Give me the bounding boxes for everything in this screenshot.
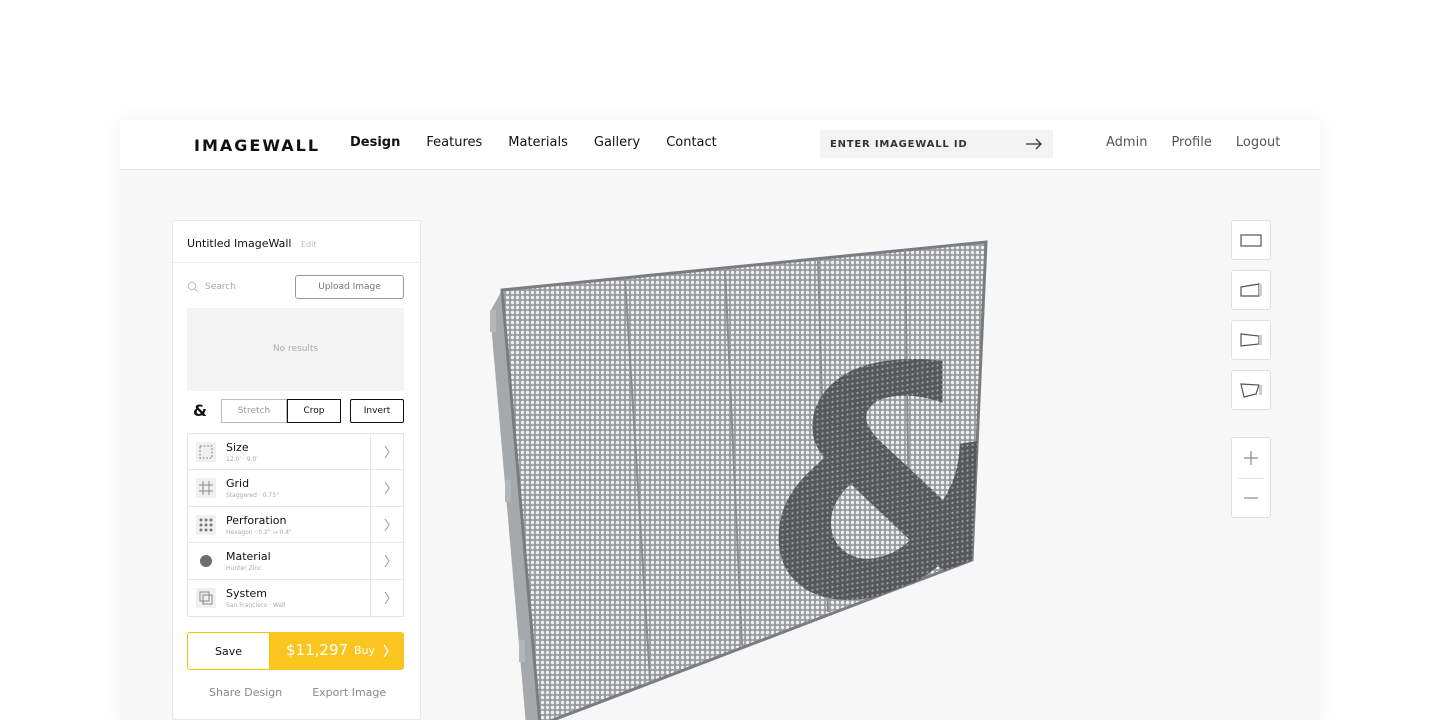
top-navbar: IMAGEWALL Design Features Materials Gall… [120, 120, 1320, 170]
stretch-button[interactable]: Stretch [221, 399, 287, 423]
right-perspective-button[interactable] [1231, 320, 1271, 360]
invert-button[interactable]: Invert [350, 399, 404, 423]
left-perspective-button[interactable] [1231, 270, 1271, 310]
chevron-right-icon [384, 445, 390, 459]
option-value: Hexagon · 0.2" → 0.4" [226, 528, 292, 536]
nav-gallery[interactable]: Gallery [594, 135, 640, 150]
option-size[interactable]: Size 12.0' · 9.0' [188, 434, 403, 471]
main-nav: Design Features Materials Gallery Contac… [350, 135, 717, 150]
edit-title-link[interactable]: Edit [301, 240, 317, 249]
panel-links: Share Design Export Image [209, 686, 386, 699]
nav-features[interactable]: Features [426, 135, 482, 150]
export-image-link[interactable]: Export Image [312, 686, 386, 699]
option-name: System [226, 586, 268, 600]
divider [370, 579, 371, 616]
chevron-right-icon [384, 554, 390, 568]
image-search-input[interactable]: Search [205, 282, 236, 292]
image-thumbnail[interactable]: & [193, 401, 207, 420]
low-perspective-icon [1240, 383, 1262, 398]
option-name: Grid [226, 477, 250, 491]
option-name: Size [226, 441, 249, 454]
buy-label: Buy [354, 644, 376, 657]
option-system[interactable]: System San Francisco · Wall [188, 579, 403, 616]
wall-image-ampersand: & [760, 280, 1030, 685]
arrow-right-icon[interactable] [1025, 136, 1043, 152]
grid-icon [196, 478, 216, 499]
size-icon [196, 442, 216, 462]
options-list: Size 12.0' · 9.0' Grid Staggered · 0.75" [187, 433, 404, 617]
nav-materials[interactable]: Materials [508, 135, 568, 150]
svg-text:&: & [760, 280, 1030, 685]
nav-profile[interactable]: Profile [1171, 135, 1211, 150]
chevron-right-icon [383, 644, 389, 658]
design-panel: Untitled ImageWall Edit Search Upload Im… [172, 220, 421, 720]
option-value: San Francisco · Wall [226, 601, 286, 609]
divider [370, 434, 371, 470]
divider [370, 470, 371, 506]
option-name: Perforation [226, 513, 287, 527]
share-design-link[interactable]: Share Design [209, 686, 282, 699]
purchase-row: Save $11,297 Buy [187, 632, 404, 670]
upload-image-button[interactable]: Upload Image [295, 275, 404, 299]
divider [370, 506, 371, 543]
search-results: No results [187, 308, 404, 391]
save-button[interactable]: Save [187, 632, 270, 670]
divider [370, 543, 371, 579]
option-value: 12.0' · 9.0' [226, 456, 258, 463]
option-grid[interactable]: Grid Staggered · 0.75" [188, 470, 403, 507]
right-perspective-icon [1240, 333, 1262, 347]
option-value: Staggered · 0.75" [226, 492, 279, 500]
logo[interactable]: IMAGEWALL [194, 136, 320, 155]
zoom-out-icon[interactable] [1232, 479, 1270, 519]
chevron-right-icon [384, 518, 390, 532]
nav-design[interactable]: Design [350, 135, 400, 150]
zoom-controls [1231, 437, 1271, 518]
nav-logout[interactable]: Logout [1236, 135, 1281, 150]
price-label: $11,297 [286, 641, 349, 659]
option-name: Material [226, 550, 271, 564]
left-perspective-icon [1240, 283, 1262, 297]
wall-bracket [519, 640, 525, 662]
option-material[interactable]: Material Hunter Zinc [188, 543, 403, 580]
imagewall-id-search [820, 130, 1053, 158]
option-perforation[interactable]: Perforation Hexagon · 0.2" → 0.4" [188, 506, 403, 544]
fit-mode-toggle: Stretch Crop [221, 399, 341, 423]
chevron-right-icon [384, 482, 390, 495]
search-icon [187, 281, 198, 292]
app-window: IMAGEWALL Design Features Materials Gall… [120, 120, 1320, 720]
material-icon [200, 555, 212, 568]
design-title-row: Untitled ImageWall Edit [173, 221, 420, 263]
option-value: Hunter Zinc [226, 565, 262, 573]
imagewall-id-input[interactable] [830, 138, 1020, 150]
low-perspective-button[interactable] [1231, 370, 1271, 410]
system-icon [196, 587, 216, 608]
image-search-row: Search Upload Image [187, 275, 405, 299]
design-title: Untitled ImageWall [187, 237, 292, 250]
buy-button[interactable]: $11,297 Buy [270, 632, 404, 670]
wall-bracket [490, 310, 496, 332]
perforation-icon [196, 514, 216, 535]
front-view-icon [1240, 234, 1262, 247]
chevron-right-icon [384, 591, 390, 604]
nav-admin[interactable]: Admin [1106, 135, 1147, 150]
front-view-button[interactable] [1231, 220, 1271, 260]
wall-3d-preview[interactable]: & [450, 180, 1030, 720]
crop-button[interactable]: Crop [287, 399, 341, 423]
account-nav: Admin Profile Logout [1106, 135, 1280, 150]
zoom-in-icon[interactable] [1232, 438, 1270, 478]
nav-contact[interactable]: Contact [666, 135, 717, 150]
wall-bracket [505, 480, 511, 502]
